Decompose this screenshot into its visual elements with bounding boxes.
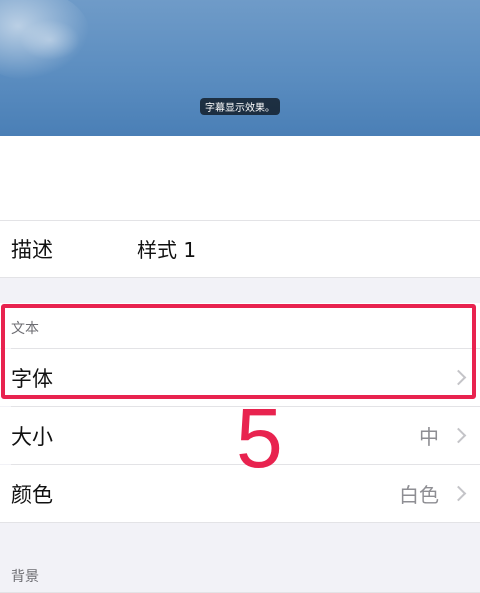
subtitle-sample-text: 字幕显示效果。 bbox=[200, 98, 280, 115]
cloud-decoration bbox=[20, 20, 80, 60]
chevron-right-icon bbox=[450, 427, 467, 444]
step-number: 5 bbox=[236, 391, 283, 485]
divider bbox=[0, 220, 480, 221]
highlight-box bbox=[1, 304, 476, 399]
chevron-right-icon bbox=[450, 485, 467, 502]
subtitle-preview: 字幕显示效果。 bbox=[0, 0, 480, 136]
color-value: 白色 bbox=[399, 483, 439, 507]
divider bbox=[0, 522, 480, 523]
divider bbox=[0, 277, 480, 278]
color-label: 颜色 bbox=[11, 482, 53, 507]
description-value: 样式 1 bbox=[137, 238, 197, 262]
description-row[interactable]: 描述 样式 1 bbox=[0, 220, 480, 277]
preview-spacer bbox=[0, 136, 480, 220]
description-label: 描述 bbox=[11, 237, 53, 262]
size-label: 大小 bbox=[11, 424, 53, 449]
size-value: 中 bbox=[419, 425, 439, 449]
background-section-header: 背景 bbox=[11, 569, 39, 585]
